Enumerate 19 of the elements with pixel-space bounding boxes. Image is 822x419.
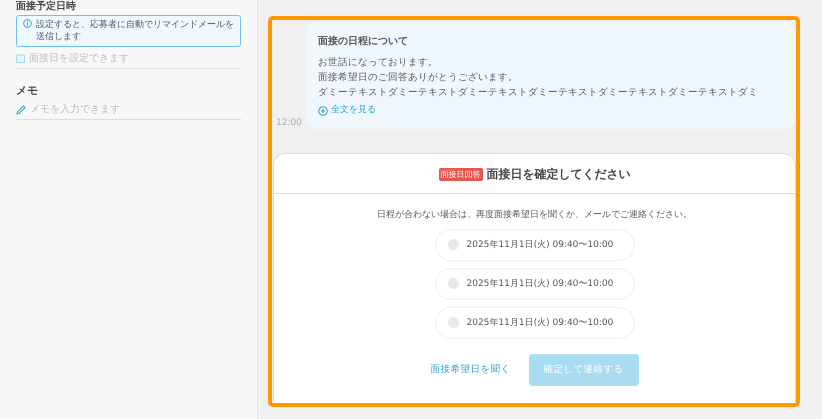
info-notice: 設定すると、応募者に自動でリマインドメールを送信します — [16, 15, 241, 47]
message-line: ダミーテキストダミーテキストダミーテキストダミーテキストダミーテキストダミーテキストダミ — [318, 86, 759, 100]
pencil-icon — [16, 104, 26, 114]
instruction-text: 日程が合わない場合は、再度面接希望日を聞くか、メールでご連絡ください。 — [377, 208, 692, 220]
date-option[interactable]: 2025年11月1日(火) 09:40〜10:00 — [434, 306, 634, 338]
info-icon — [23, 19, 32, 28]
calendar-icon — [16, 54, 25, 63]
dialog-title: 面接日を確定してください — [486, 166, 630, 182]
section-label: メモ — [16, 83, 39, 98]
memo-field[interactable]: メモを入力できます — [30, 104, 241, 115]
message-line: お世話になっております。 — [318, 56, 439, 70]
date-option[interactable]: 2025年11月1日(火) 09:40〜10:00 — [434, 268, 634, 300]
message-line: 面接希望日のご回答ありがとうございます。 — [318, 71, 519, 85]
status-tag: 面接日回答 — [438, 168, 482, 180]
section-label: 面接予定日時 — [16, 1, 77, 13]
message-title: 面接の日程について — [318, 34, 409, 49]
message-time: 12:00 — [275, 118, 302, 128]
plus-icon — [318, 106, 328, 116]
date-option[interactable]: 2025年11月1日(火) 09:40〜10:00 — [434, 228, 634, 260]
